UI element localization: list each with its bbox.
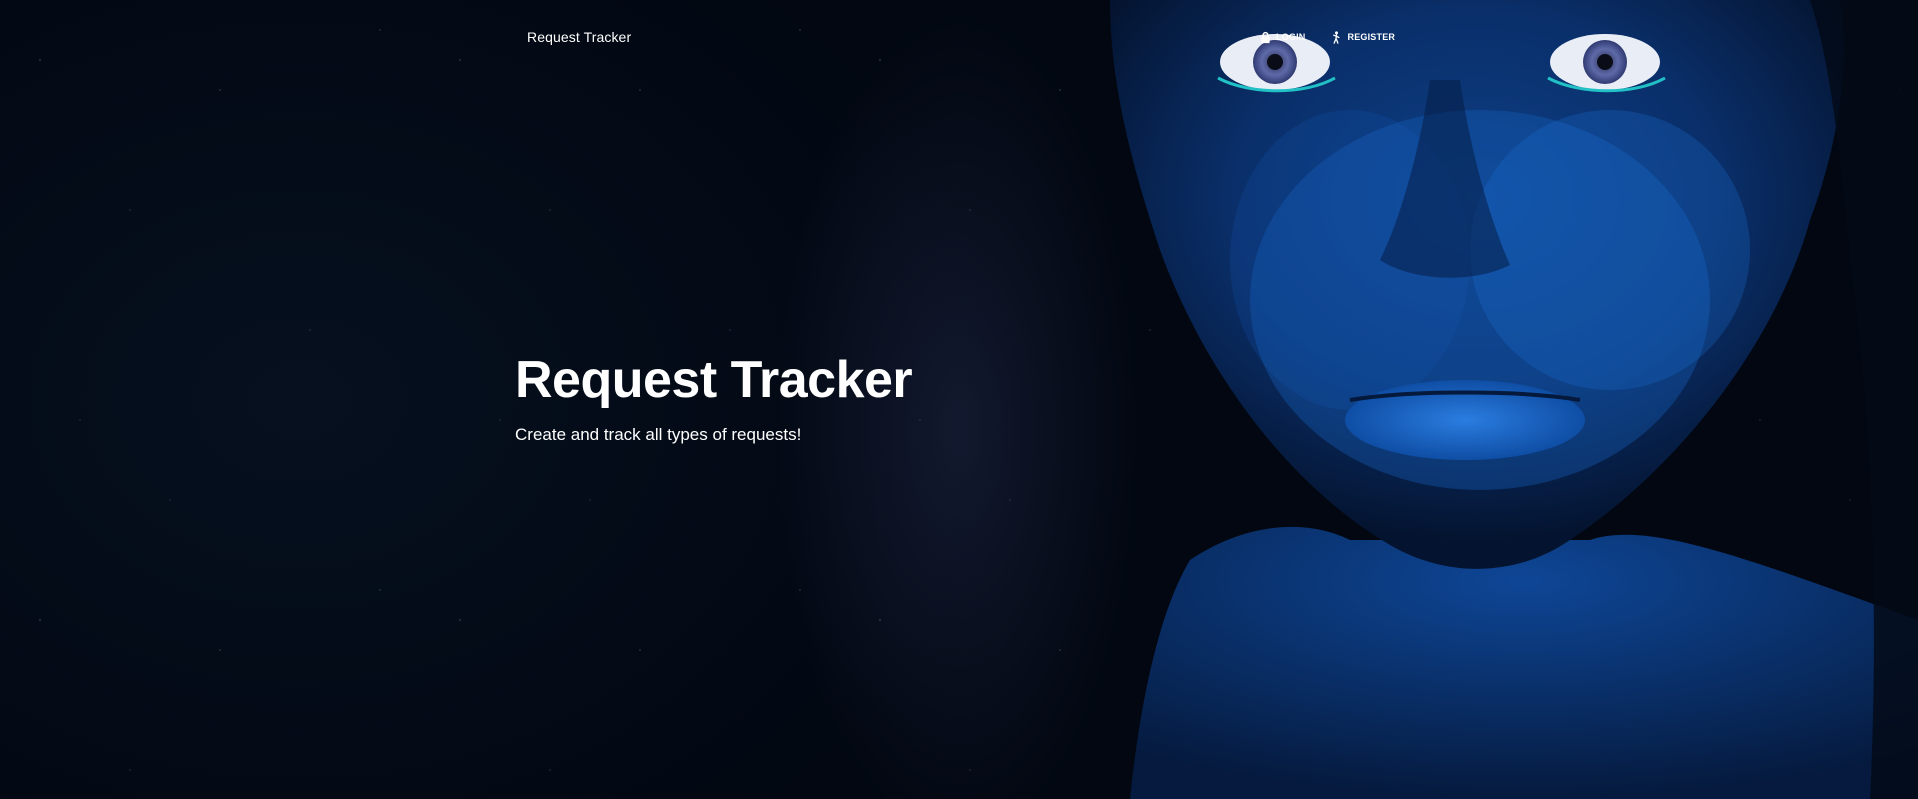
nav-links: LOGIN REGISTER — [1258, 30, 1395, 44]
hero-subtitle: Create and track all types of requests! — [515, 425, 802, 445]
landing-page: Request Tracker LOGIN REGISTER Request T… — [0, 0, 1918, 799]
register-link[interactable]: REGISTER — [1330, 30, 1396, 44]
hero-section: Request Tracker Create and track all typ… — [515, 351, 1115, 445]
hero-background-image — [1050, 0, 1918, 799]
hero-title: Request Tracker — [515, 351, 913, 409]
brand-link[interactable]: Request Tracker — [527, 29, 631, 45]
person-walking-icon — [1330, 30, 1344, 44]
lock-icon — [1258, 30, 1272, 44]
login-label: LOGIN — [1276, 32, 1306, 42]
top-navbar: Request Tracker LOGIN REGISTER — [0, 0, 1918, 78]
login-link[interactable]: LOGIN — [1258, 30, 1306, 44]
register-label: REGISTER — [1347, 32, 1396, 42]
